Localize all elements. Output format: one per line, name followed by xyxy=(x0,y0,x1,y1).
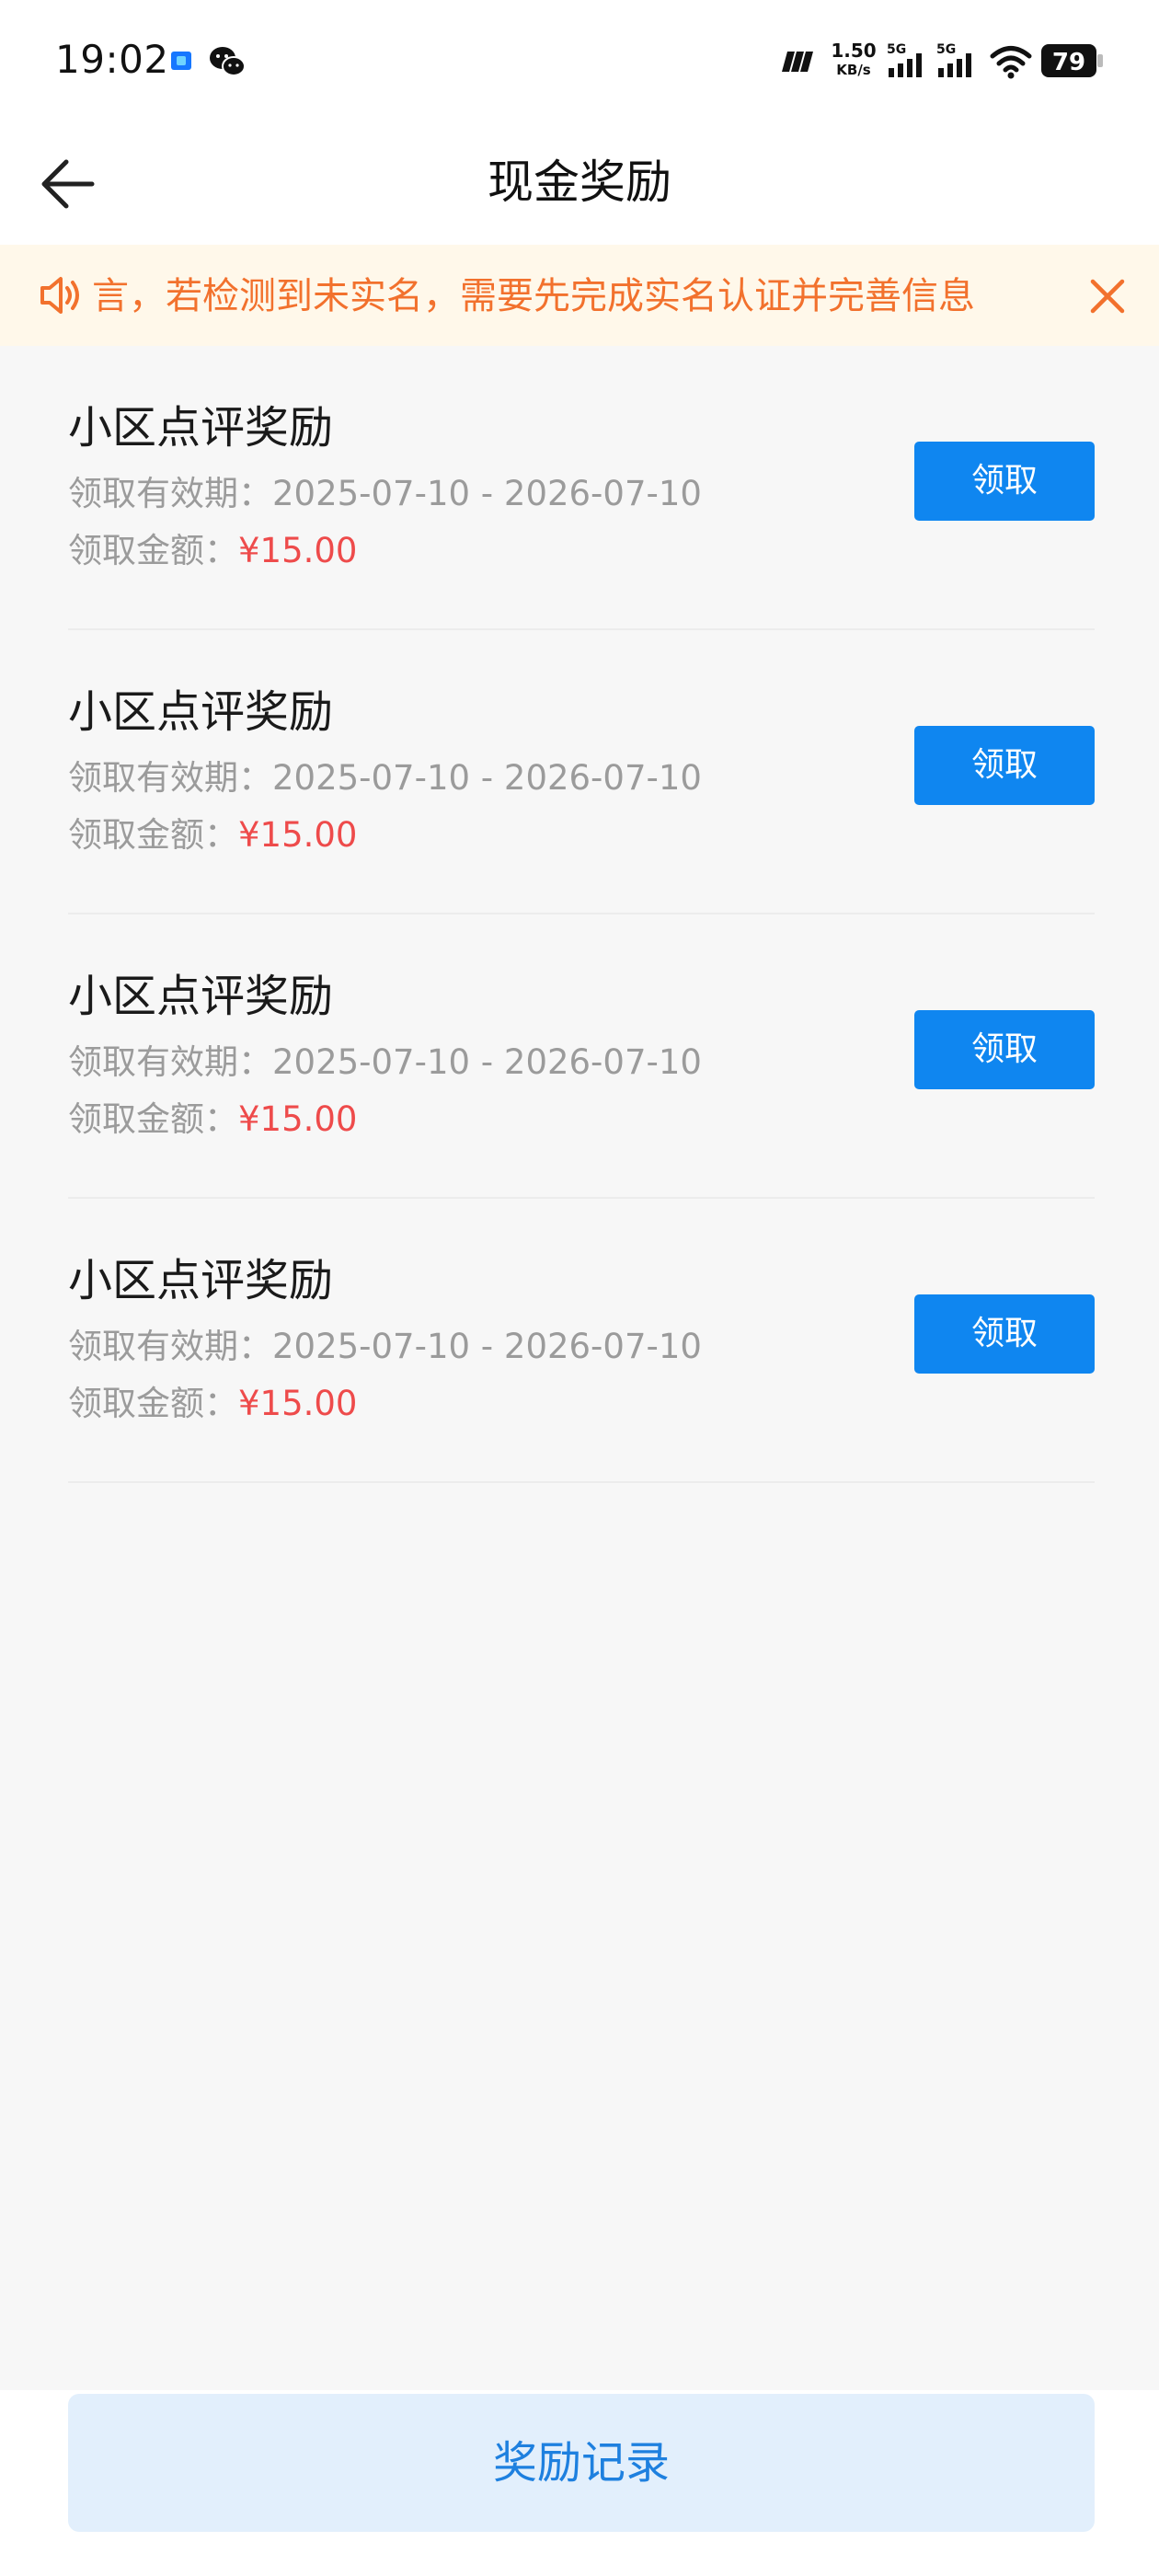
reward-amount: 领取金额：¥15.00 xyxy=(68,1097,357,1143)
network-speed-unit: KB/s xyxy=(836,62,871,78)
reward-period-label: 领取有效期： xyxy=(68,474,272,513)
reward-amount-label: 领取金额： xyxy=(68,1099,238,1139)
network-speed-value: 1.50 xyxy=(831,40,877,62)
battery-level: 79 xyxy=(1052,49,1085,76)
claim-button[interactable]: 领取 xyxy=(914,442,1095,521)
reward-period: 领取有效期：2025-07-10 - 2026-07-10 xyxy=(68,755,702,801)
cash-reward-page: 19:02 1.50 KB/s 5G 5G 79 现金奖励 言，若检测到未实名，… xyxy=(0,0,1159,2576)
network-speed: 1.50 KB/s xyxy=(828,40,879,83)
speaker-icon xyxy=(40,277,79,314)
claim-button[interactable]: 领取 xyxy=(914,726,1095,805)
app-notification-icon xyxy=(171,52,191,70)
reward-item: 小区点评奖励 领取有效期：2025-07-10 - 2026-07-10 领取金… xyxy=(0,630,1159,914)
page-title: 现金奖励 xyxy=(488,155,671,209)
signal-icon: 5G xyxy=(887,42,922,77)
reward-period-label: 领取有效期： xyxy=(68,1327,272,1366)
claim-button[interactable]: 领取 xyxy=(914,1294,1095,1374)
reward-amount-label: 领取金额： xyxy=(68,1384,238,1423)
reward-amount-label: 领取金额： xyxy=(68,531,238,570)
status-bar: 19:02 1.50 KB/s 5G 5G 79 xyxy=(0,0,1159,120)
reward-amount-value: ¥15.00 xyxy=(238,815,358,855)
claim-button[interactable]: 领取 xyxy=(914,1010,1095,1089)
reward-amount: 领取金额：¥15.00 xyxy=(68,812,357,858)
sim1-label: 5G xyxy=(887,42,906,57)
reward-period: 领取有效期：2025-07-10 - 2026-07-10 xyxy=(68,471,702,517)
reward-amount-value: ¥15.00 xyxy=(238,531,358,570)
reward-period-value: 2025-07-10 - 2026-07-10 xyxy=(272,1042,702,1082)
reward-title: 小区点评奖励 xyxy=(68,971,334,1022)
battery-icon: 79 xyxy=(1041,44,1103,77)
nav-header: 现金奖励 xyxy=(0,120,1159,245)
reward-period: 领取有效期：2025-07-10 - 2026-07-10 xyxy=(68,1324,702,1370)
signal-icon-2: 5G xyxy=(936,42,971,77)
reward-period-value: 2025-07-10 - 2026-07-10 xyxy=(272,758,702,798)
reward-period-label: 领取有效期： xyxy=(68,758,272,798)
notice-text: 言，若检测到未实名，需要先完成实名认证并完善信息 xyxy=(92,275,975,317)
sim2-label: 5G xyxy=(936,42,956,57)
reward-title: 小区点评奖励 xyxy=(68,1255,334,1306)
reward-title: 小区点评奖励 xyxy=(68,402,334,454)
notice-bar: 言，若检测到未实名，需要先完成实名认证并完善信息 xyxy=(0,245,1159,346)
wifi-icon xyxy=(990,46,1032,79)
status-time: 19:02 xyxy=(55,37,169,82)
reward-amount-label: 领取金额： xyxy=(68,815,238,855)
reward-amount-value: ¥15.00 xyxy=(238,1099,358,1139)
divider xyxy=(68,1481,1095,1483)
reward-period: 领取有效期：2025-07-10 - 2026-07-10 xyxy=(68,1040,702,1086)
reward-amount: 领取金额：¥15.00 xyxy=(68,528,357,574)
reward-amount-value: ¥15.00 xyxy=(238,1384,358,1423)
reward-period-value: 2025-07-10 - 2026-07-10 xyxy=(272,1327,702,1366)
close-icon xyxy=(1090,279,1125,314)
reward-item: 小区点评奖励 领取有效期：2025-07-10 - 2026-07-10 领取金… xyxy=(0,346,1159,630)
hd-icon xyxy=(782,52,813,72)
wechat-icon xyxy=(210,47,246,76)
reward-period-value: 2025-07-10 - 2026-07-10 xyxy=(272,474,702,513)
close-notice-button[interactable] xyxy=(1085,274,1130,318)
reward-period-label: 领取有效期： xyxy=(68,1042,272,1082)
reward-records-button[interactable]: 奖励记录 xyxy=(68,2394,1095,2532)
reward-title: 小区点评奖励 xyxy=(68,686,334,738)
reward-list: 小区点评奖励 领取有效期：2025-07-10 - 2026-07-10 领取金… xyxy=(0,346,1159,1483)
reward-item: 小区点评奖励 领取有效期：2025-07-10 - 2026-07-10 领取金… xyxy=(0,914,1159,1199)
reward-amount: 领取金额：¥15.00 xyxy=(68,1381,357,1427)
reward-item: 小区点评奖励 领取有效期：2025-07-10 - 2026-07-10 领取金… xyxy=(0,1199,1159,1483)
